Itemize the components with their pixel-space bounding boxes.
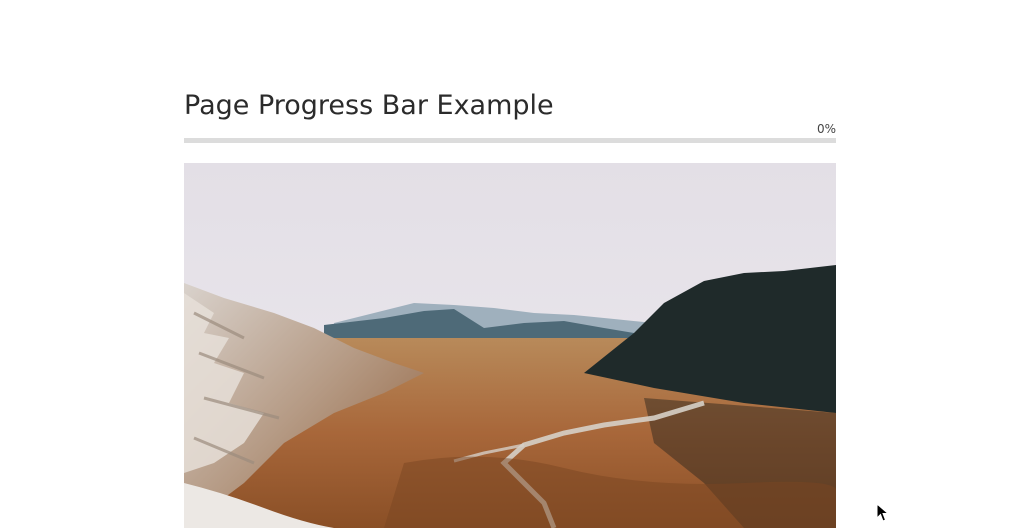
page-title: Page Progress Bar Example	[184, 90, 554, 121]
page-progress-bar	[184, 138, 836, 143]
progress-percent-label: 0%	[816, 122, 836, 136]
arrow-cursor-icon	[876, 502, 890, 523]
landscape-image	[184, 163, 836, 528]
